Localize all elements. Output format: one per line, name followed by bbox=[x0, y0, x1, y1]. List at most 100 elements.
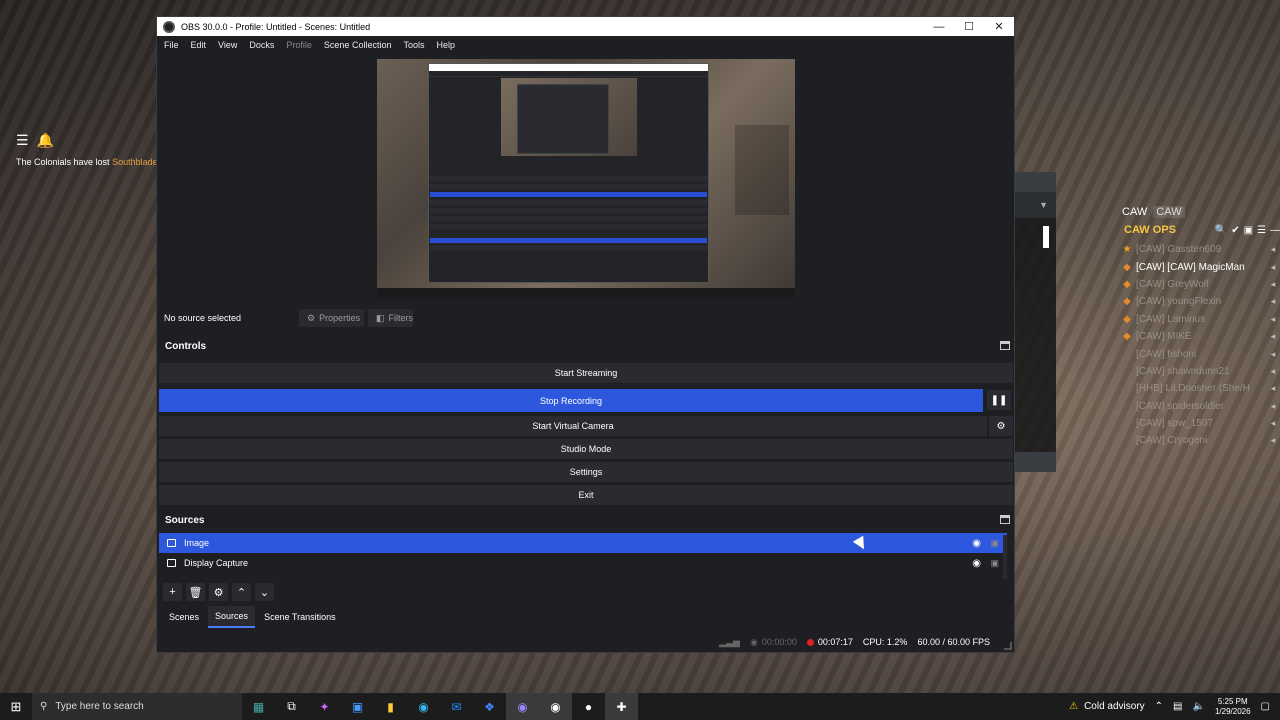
search-icon[interactable]: 🔍 bbox=[1215, 225, 1227, 236]
speaker-icon[interactable]: ◂ bbox=[1266, 262, 1280, 273]
list-item[interactable]: [HHB] Lil,Doosher (She/H ◂ bbox=[1118, 380, 1280, 397]
list-item[interactable]: ◆ [CAW] youngFlexin ◂ bbox=[1118, 293, 1280, 310]
list-item[interactable]: [CAW] fishoni ◂ bbox=[1118, 345, 1280, 362]
add-source-button[interactable]: + bbox=[163, 583, 182, 601]
network-icon[interactable]: ▤ bbox=[1173, 701, 1182, 712]
pause-recording-button[interactable]: ❚❚ bbox=[987, 390, 1011, 410]
list-item[interactable]: ◆ [CAW] [CAW] MagicMan ◂ bbox=[1118, 258, 1280, 275]
app-icon[interactable]: ❖ bbox=[473, 693, 506, 720]
list-item[interactable]: ◆ [CAW] GreyWolf ◂ bbox=[1118, 276, 1280, 293]
list-item[interactable]: ★ [CAW] Gassten609 ◂ bbox=[1118, 241, 1280, 258]
steam-icon[interactable]: ● bbox=[572, 693, 605, 720]
list-item[interactable]: ◆ [CAW] MIKE ◂ bbox=[1118, 328, 1280, 345]
chevron-down-icon[interactable]: ▼ bbox=[1015, 192, 1056, 218]
menu-icon[interactable]: ☰ bbox=[1257, 225, 1266, 236]
list-item[interactable]: ◆ [CAW] Laminus ◂ bbox=[1118, 311, 1280, 328]
volume-icon[interactable]: 🔈 bbox=[1193, 701, 1205, 712]
list-item[interactable]: [CAW] spidersoldier ◂ bbox=[1118, 398, 1280, 415]
menu-profile[interactable]: Profile bbox=[286, 40, 312, 50]
speaker-icon[interactable]: ◂ bbox=[1266, 401, 1280, 412]
move-down-button[interactable]: ⌄ bbox=[255, 583, 274, 601]
game-taskbar-icon[interactable]: ✚ bbox=[605, 693, 638, 720]
speaker-icon[interactable]: ◂ bbox=[1266, 244, 1280, 255]
menu-edit[interactable]: Edit bbox=[191, 40, 207, 50]
chat-tab-1[interactable]: CAW bbox=[1122, 206, 1147, 218]
speaker-icon[interactable]: ◂ bbox=[1266, 418, 1280, 429]
speaker-icon[interactable]: ◂ bbox=[1266, 331, 1280, 342]
weather-widget[interactable]: ⚠ Cold advisory bbox=[1069, 701, 1145, 712]
title-bar[interactable]: OBS 30.0.0 - Profile: Untitled - Scenes:… bbox=[157, 17, 1014, 36]
taskbar-search[interactable]: ⚲ Type here to search bbox=[32, 693, 242, 720]
obs-logo-icon bbox=[163, 20, 175, 33]
chat-tab-2[interactable]: CAW bbox=[1153, 206, 1185, 218]
minimize-icon[interactable]: — bbox=[1270, 225, 1280, 236]
close-button[interactable]: ✕ bbox=[984, 20, 1014, 33]
clock[interactable]: 5:25 PM 1/29/2026 bbox=[1215, 697, 1251, 717]
tab-scene-transitions[interactable]: Scene Transitions bbox=[257, 606, 343, 628]
widget-icon[interactable]: ▦ bbox=[242, 693, 275, 720]
stop-recording-button[interactable]: Stop Recording bbox=[159, 389, 983, 412]
remove-source-button[interactable]: 🗑 bbox=[186, 583, 205, 601]
log-icon[interactable]: ☰ bbox=[16, 132, 29, 149]
virtual-camera-settings-button[interactable]: ⚙ bbox=[989, 416, 1013, 436]
check-icon[interactable]: ✔ bbox=[1231, 225, 1239, 236]
outlook-icon[interactable]: ✉ bbox=[440, 693, 473, 720]
maximize-button[interactable]: ☐ bbox=[954, 20, 984, 33]
task-view-icon[interactable]: ⧉ bbox=[275, 693, 308, 720]
edge-icon[interactable]: ◉ bbox=[407, 693, 440, 720]
speaker-icon[interactable]: ◂ bbox=[1266, 296, 1280, 307]
exit-button[interactable]: Exit bbox=[159, 485, 1013, 505]
menu-help[interactable]: Help bbox=[436, 40, 455, 50]
start-virtual-camera-button[interactable]: Start Virtual Camera bbox=[159, 416, 987, 436]
discord-icon[interactable]: ◉ bbox=[506, 693, 539, 720]
menu-tools[interactable]: Tools bbox=[403, 40, 424, 50]
sources-dock-header: Sources bbox=[157, 510, 1014, 530]
lock-icon[interactable]: ▣ bbox=[1244, 225, 1253, 236]
notification-icon[interactable]: ▢ bbox=[1261, 701, 1270, 712]
store-icon[interactable]: ▣ bbox=[341, 693, 374, 720]
menu-file[interactable]: File bbox=[164, 40, 179, 50]
copilot-icon[interactable]: ✦ bbox=[308, 693, 341, 720]
move-up-button[interactable]: ⌃ bbox=[232, 583, 251, 601]
menu-scene-collection[interactable]: Scene Collection bbox=[324, 40, 392, 50]
list-item[interactable]: [CAW] Cryogeni ◂ bbox=[1118, 432, 1280, 449]
eye-icon[interactable]: ◉ bbox=[972, 538, 981, 549]
speaker-icon[interactable]: ◂ bbox=[1266, 279, 1280, 290]
chat-side-panel: ▼ bbox=[1015, 172, 1056, 472]
chevron-up-icon[interactable]: ⌃ bbox=[1155, 701, 1163, 712]
list-item[interactable]: [CAW] spw_1507 ◂ bbox=[1118, 415, 1280, 432]
speaker-icon[interactable]: ◂ bbox=[1266, 435, 1280, 446]
chat-scroll-thumb[interactable] bbox=[1043, 226, 1049, 248]
speaker-icon[interactable]: ◂ bbox=[1266, 314, 1280, 325]
minimize-button[interactable]: — bbox=[924, 21, 954, 33]
undock-icon[interactable] bbox=[1000, 341, 1010, 350]
speaker-icon[interactable]: ◂ bbox=[1266, 383, 1280, 394]
table-row[interactable]: Image ◉ ▣ bbox=[159, 533, 1007, 553]
resize-grip[interactable] bbox=[1004, 642, 1012, 650]
table-row[interactable]: Display Capture ◉ ▣ bbox=[159, 553, 1007, 573]
undock-icon[interactable] bbox=[1000, 515, 1010, 524]
tab-scenes[interactable]: Scenes bbox=[162, 606, 206, 628]
file-explorer-icon[interactable]: ▮ bbox=[374, 693, 407, 720]
eye-icon[interactable]: ◉ bbox=[972, 558, 981, 569]
lock-icon[interactable]: ▣ bbox=[990, 558, 999, 569]
studio-mode-button[interactable]: Studio Mode bbox=[159, 439, 1013, 459]
settings-button[interactable]: Settings bbox=[159, 462, 1013, 482]
bell-icon[interactable]: 🔔 bbox=[37, 132, 54, 149]
lock-icon[interactable]: ▣ bbox=[990, 538, 999, 549]
preview-canvas[interactable] bbox=[377, 59, 795, 297]
speaker-icon[interactable]: ◂ bbox=[1266, 349, 1280, 360]
menu-view[interactable]: View bbox=[218, 40, 237, 50]
pause-icon: ❚❚ bbox=[990, 394, 1008, 406]
sources-scrollbar[interactable] bbox=[1003, 535, 1007, 579]
windows-start-icon[interactable]: ⊞ bbox=[0, 699, 32, 715]
source-properties-button[interactable]: ⚙ bbox=[209, 583, 228, 601]
properties-button[interactable]: ⚙ Properties bbox=[299, 309, 364, 327]
start-streaming-button[interactable]: Start Streaming bbox=[159, 363, 1013, 383]
speaker-icon[interactable]: ◂ bbox=[1266, 366, 1280, 377]
list-item[interactable]: [CAW] shawndunn21 ◂ bbox=[1118, 363, 1280, 380]
obs-taskbar-icon[interactable]: ◉ bbox=[539, 693, 572, 720]
filters-button[interactable]: ◧ Filters bbox=[368, 309, 413, 327]
tab-sources[interactable]: Sources bbox=[208, 606, 256, 628]
menu-docks[interactable]: Docks bbox=[249, 40, 274, 50]
